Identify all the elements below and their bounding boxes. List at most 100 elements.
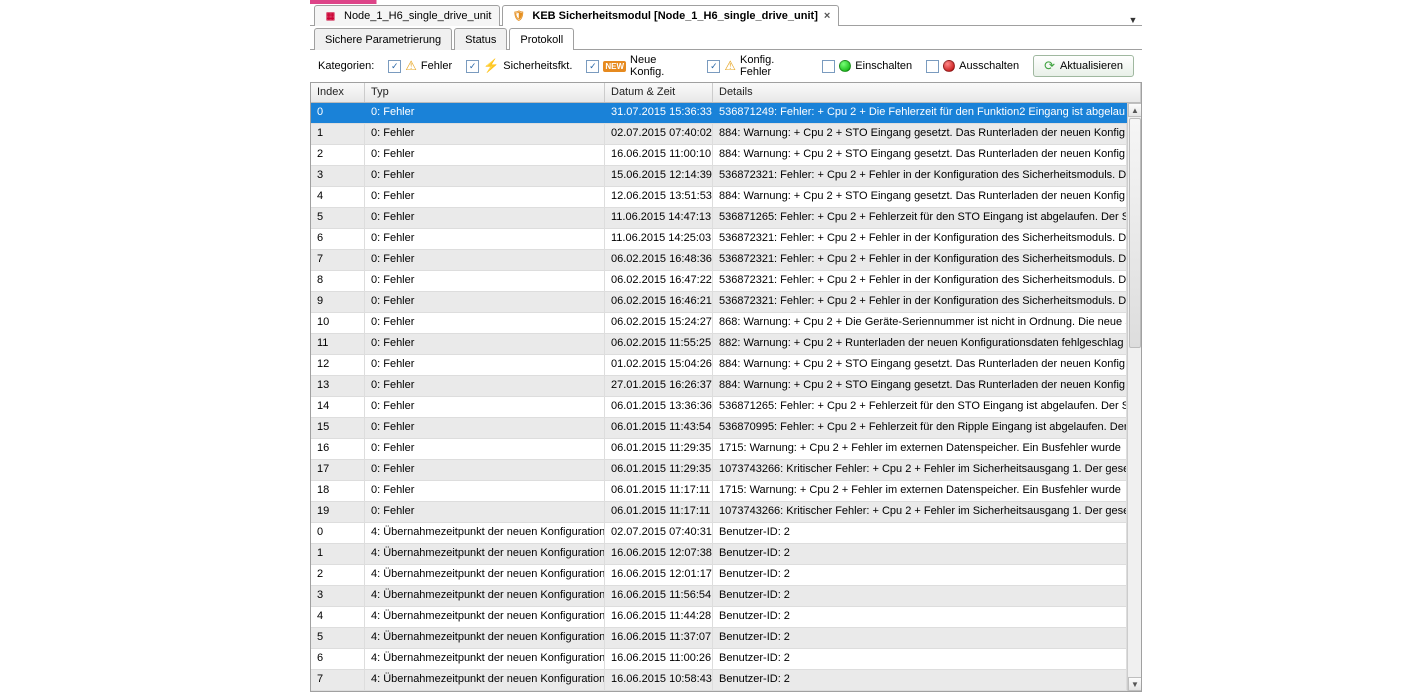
col-index[interactable]: Index [311, 83, 365, 102]
table-cell: 0: Fehler [365, 502, 605, 522]
table-cell: 536871249: Fehler: + Cpu 2 + Die Fehlerz… [713, 103, 1127, 123]
table-cell: 0 [311, 103, 365, 123]
table-row[interactable]: 180: Fehler06.01.2015 11:17:111715: Warn… [311, 481, 1127, 502]
table-row[interactable]: 140: Fehler06.01.2015 13:36:36536871265:… [311, 397, 1127, 418]
table-cell: 0: Fehler [365, 250, 605, 270]
table-cell: 536872321: Fehler: + Cpu 2 + Fehler in d… [713, 229, 1127, 249]
table-cell: 4: Übernahmezeitpunkt der neuen Konfigur… [365, 523, 605, 543]
table-cell: 1 [311, 124, 365, 144]
table-cell: 16.06.2015 10:58:43 [605, 670, 713, 690]
table-cell: 1715: Warnung: + Cpu 2 + Fehler im exter… [713, 481, 1127, 501]
col-typ[interactable]: Typ [365, 83, 605, 102]
checkbox-icon[interactable]: ✓ [586, 60, 599, 73]
table-cell: 0: Fehler [365, 292, 605, 312]
table-cell: 06.02.2015 11:55:25 [605, 334, 713, 354]
editor-tab-safety-module[interactable]: 🛡 KEB Sicherheitsmodul [Node_1_H6_single… [502, 5, 839, 26]
editor-tab-node[interactable]: ▦ Node_1_H6_single_drive_unit [314, 5, 500, 26]
table-row[interactable]: 160: Fehler06.01.2015 11:29:351715: Warn… [311, 439, 1127, 460]
checkbox-icon[interactable]: ✓ [707, 60, 720, 73]
table-cell: 0: Fehler [365, 460, 605, 480]
checkbox-icon[interactable] [822, 60, 835, 73]
sub-tab-status[interactable]: Status [454, 28, 507, 50]
filter-fehler[interactable]: ✓ ⚠ Fehler [388, 58, 452, 74]
table-row[interactable]: 14: Übernahmezeitpunkt der neuen Konfigu… [311, 544, 1127, 565]
sub-tab-protokoll[interactable]: Protokoll [509, 28, 574, 50]
table-row[interactable]: 00: Fehler31.07.2015 15:36:33536871249: … [311, 103, 1127, 124]
table-row[interactable]: 30: Fehler15.06.2015 12:14:39536872321: … [311, 166, 1127, 187]
power-off-icon [943, 60, 955, 72]
filter-sicherheitsfkt[interactable]: ✓ ⚡ Sicherheitsfkt. [466, 58, 572, 74]
table-cell: 19 [311, 502, 365, 522]
table-row[interactable]: 54: Übernahmezeitpunkt der neuen Konfigu… [311, 628, 1127, 649]
table-row[interactable]: 20: Fehler16.06.2015 11:00:10884: Warnun… [311, 145, 1127, 166]
table-cell: 11 [311, 334, 365, 354]
table-cell: 0: Fehler [365, 376, 605, 396]
refresh-button-label: Aktualisieren [1060, 60, 1123, 72]
table-row[interactable]: 190: Fehler06.01.2015 11:17:111073743266… [311, 502, 1127, 523]
table-row[interactable]: 60: Fehler11.06.2015 14:25:03536872321: … [311, 229, 1127, 250]
table-row[interactable]: 150: Fehler06.01.2015 11:43:54536870995:… [311, 418, 1127, 439]
col-details[interactable]: Details [713, 83, 1141, 102]
table-cell: 0 [311, 523, 365, 543]
table-cell: Benutzer-ID: 2 [713, 628, 1127, 648]
checkbox-icon[interactable] [926, 60, 939, 73]
table-body: 00: Fehler31.07.2015 15:36:33536871249: … [311, 103, 1127, 691]
sub-tab-parametrierung[interactable]: Sichere Parametrierung [314, 28, 452, 50]
table-cell: 536872321: Fehler: + Cpu 2 + Fehler in d… [713, 166, 1127, 186]
scroll-down-icon[interactable]: ▼ [1128, 677, 1142, 691]
sub-tab-strip: Sichere Parametrierung Status Protokoll [310, 26, 1142, 50]
table-cell: 868: Warnung: + Cpu 2 + Die Geräte-Serie… [713, 313, 1127, 333]
tab-overflow-dropdown[interactable]: ▼ [1124, 10, 1142, 25]
table-row[interactable]: 50: Fehler11.06.2015 14:47:13536871265: … [311, 208, 1127, 229]
table-cell: Benutzer-ID: 2 [713, 523, 1127, 543]
table-row[interactable]: 44: Übernahmezeitpunkt der neuen Konfigu… [311, 607, 1127, 628]
table-cell: 4: Übernahmezeitpunkt der neuen Konfigur… [365, 628, 605, 648]
checkbox-icon[interactable]: ✓ [388, 60, 401, 73]
table-cell: 06.02.2015 16:46:21 [605, 292, 713, 312]
col-datum[interactable]: Datum & Zeit [605, 83, 713, 102]
flash-icon: ⚡ [483, 58, 499, 74]
table-cell: 0: Fehler [365, 439, 605, 459]
filter-konfig-fehler[interactable]: ✓ ⚠ Konfig. Fehler [707, 54, 808, 78]
editor-tab-label: Node_1_H6_single_drive_unit [344, 10, 491, 22]
power-on-icon [839, 60, 851, 72]
close-icon[interactable]: × [824, 10, 830, 22]
table-cell: Benutzer-ID: 2 [713, 586, 1127, 606]
table-row[interactable]: 04: Übernahmezeitpunkt der neuen Konfigu… [311, 523, 1127, 544]
protocol-table: Index Typ Datum & Zeit Details 00: Fehle… [310, 82, 1142, 692]
table-cell: 536872321: Fehler: + Cpu 2 + Fehler in d… [713, 292, 1127, 312]
table-cell: 4 [311, 607, 365, 627]
table-row[interactable]: 90: Fehler06.02.2015 16:46:21536872321: … [311, 292, 1127, 313]
checkbox-icon[interactable]: ✓ [466, 60, 479, 73]
table-cell: 1715: Warnung: + Cpu 2 + Fehler im exter… [713, 439, 1127, 459]
table-row[interactable]: 130: Fehler27.01.2015 16:26:37884: Warnu… [311, 376, 1127, 397]
table-cell: 7 [311, 670, 365, 690]
scroll-up-icon[interactable]: ▲ [1128, 103, 1142, 117]
table-row[interactable]: 34: Übernahmezeitpunkt der neuen Konfigu… [311, 586, 1127, 607]
table-row[interactable]: 74: Übernahmezeitpunkt der neuen Konfigu… [311, 670, 1127, 691]
filter-ausschalten[interactable]: Ausschalten [926, 60, 1019, 73]
table-cell: 536872321: Fehler: + Cpu 2 + Fehler in d… [713, 271, 1127, 291]
filter-item-label: Neue Konfig. [630, 54, 693, 78]
table-row[interactable]: 64: Übernahmezeitpunkt der neuen Konfigu… [311, 649, 1127, 670]
scroll-thumb[interactable] [1129, 118, 1141, 348]
table-cell: 06.02.2015 16:48:36 [605, 250, 713, 270]
refresh-button[interactable]: ⟳ Aktualisieren [1033, 55, 1134, 77]
table-row[interactable]: 100: Fehler06.02.2015 15:24:27868: Warnu… [311, 313, 1127, 334]
sub-tab-label: Protokoll [520, 34, 563, 46]
table-row[interactable]: 40: Fehler12.06.2015 13:51:53884: Warnun… [311, 187, 1127, 208]
table-row[interactable]: 80: Fehler06.02.2015 16:47:22536872321: … [311, 271, 1127, 292]
table-row[interactable]: 70: Fehler06.02.2015 16:48:36536872321: … [311, 250, 1127, 271]
filter-neue-konfig[interactable]: ✓ NEW Neue Konfig. [586, 54, 693, 78]
table-row[interactable]: 24: Übernahmezeitpunkt der neuen Konfigu… [311, 565, 1127, 586]
table-row[interactable]: 10: Fehler02.07.2015 07:40:02884: Warnun… [311, 124, 1127, 145]
table-cell: 0: Fehler [365, 166, 605, 186]
filter-item-label: Konfig. Fehler [740, 54, 808, 78]
vertical-scrollbar[interactable]: ▲ ▼ [1127, 103, 1141, 691]
table-cell: 4: Übernahmezeitpunkt der neuen Konfigur… [365, 586, 605, 606]
table-row[interactable]: 120: Fehler01.02.2015 15:04:26884: Warnu… [311, 355, 1127, 376]
filter-einschalten[interactable]: Einschalten [822, 60, 912, 73]
table-cell: 27.01.2015 16:26:37 [605, 376, 713, 396]
table-row[interactable]: 110: Fehler06.02.2015 11:55:25882: Warnu… [311, 334, 1127, 355]
table-row[interactable]: 170: Fehler06.01.2015 11:29:351073743266… [311, 460, 1127, 481]
